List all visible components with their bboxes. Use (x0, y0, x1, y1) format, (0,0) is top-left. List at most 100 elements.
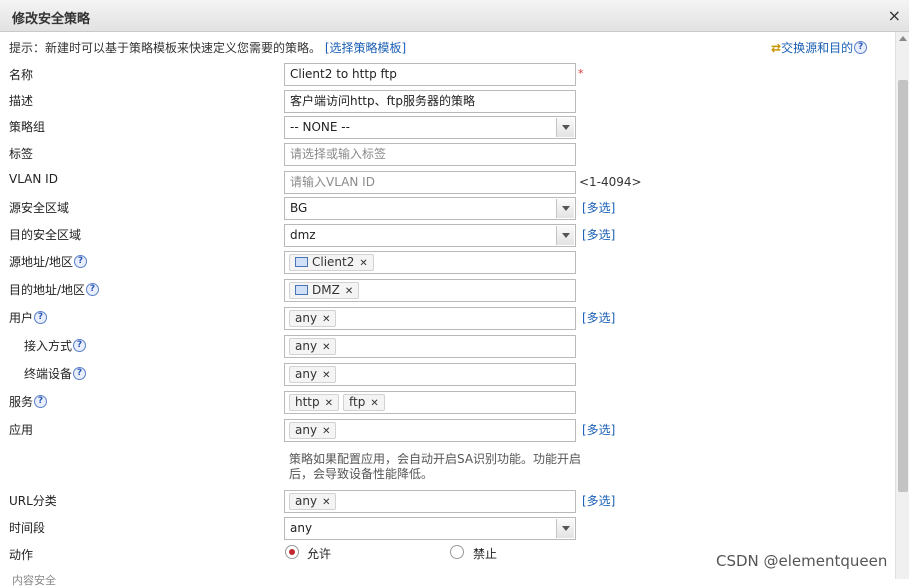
service-tag: ftp ✕ (343, 394, 385, 411)
access-method-tag: any ✕ (289, 338, 337, 355)
service-tag: http ✕ (289, 394, 340, 411)
remove-tag-icon[interactable]: ✕ (322, 342, 330, 353)
tag-placeholder: 请选择或输入标签 (290, 147, 387, 161)
url-category-field[interactable]: any ✕ (284, 490, 576, 513)
description-input[interactable]: 客户端访问http、ftp服务器的策略 (284, 90, 576, 113)
vertical-scrollbar[interactable] (895, 32, 909, 579)
application-tag-label: any (295, 423, 318, 437)
description-label: 描述 (9, 94, 34, 108)
tag-input[interactable]: 请选择或输入标签 (284, 143, 576, 166)
dst-addr-tag-label: DMZ (312, 283, 340, 297)
service-label: 服务? (9, 393, 48, 410)
service-tag-label: http (295, 395, 320, 409)
application-label: 应用 (9, 423, 34, 437)
application-field[interactable]: any ✕ (284, 419, 576, 442)
user-label-text: 用户 (9, 311, 34, 325)
application-note: 策略如果配置应用，会自动开启SA识别功能。功能开启后，会导致设备性能降低。 (289, 452, 582, 481)
hint-text: 提示：新建时可以基于策略模板来快速定义您需要的策略。 [选择策略模板] (9, 39, 406, 56)
help-icon[interactable]: ? (73, 367, 87, 380)
help-icon[interactable]: ? (86, 283, 100, 296)
access-method-field[interactable]: any ✕ (284, 335, 576, 358)
dst-zone-label: 目的安全区域 (9, 228, 82, 242)
user-label: 用户? (9, 309, 48, 326)
dialog-title: 修改安全策略 (12, 12, 91, 27)
access-method-tag-label: any (295, 339, 318, 353)
close-icon[interactable]: × (888, 6, 901, 25)
help-icon[interactable]: ? (74, 255, 88, 268)
access-method-label: 接入方式? (24, 337, 87, 354)
dst-zone-value: dmz (290, 228, 316, 242)
help-icon[interactable]: ? (854, 41, 868, 54)
vlan-range-hint: <1-4094> (579, 175, 642, 189)
name-input[interactable]: Client2 to http ftp (284, 63, 576, 86)
policy-group-select[interactable]: -- NONE -- (284, 116, 576, 139)
application-multi-select-link[interactable]: [多选] (582, 421, 615, 438)
terminal-label-text: 终端设备 (24, 367, 73, 381)
service-tag-label: ftp (349, 395, 366, 409)
terminal-label: 终端设备? (24, 365, 87, 382)
access-method-label-text: 接入方式 (24, 339, 73, 353)
required-mark: * (578, 67, 584, 80)
url-category-label: URL分类 (9, 494, 57, 508)
scroll-up-icon[interactable] (899, 36, 907, 41)
src-addr-label-text: 源地址/地区 (9, 255, 74, 269)
time-range-select[interactable]: any (284, 517, 576, 540)
remove-tag-icon[interactable]: ✕ (359, 258, 367, 269)
vlan-input[interactable]: 请输入VLAN ID (284, 171, 576, 194)
remove-tag-icon[interactable]: ✕ (322, 370, 330, 381)
terminal-tag-label: any (295, 367, 318, 381)
dst-zone-select[interactable]: dmz (284, 224, 576, 247)
src-zone-label: 源安全区域 (9, 201, 70, 215)
time-range-label: 时间段 (9, 521, 46, 535)
remove-tag-icon[interactable]: ✕ (322, 314, 330, 325)
description-input-value: 客户端访问http、ftp服务器的策略 (290, 94, 475, 108)
dst-zone-multi-select-link[interactable]: [多选] (582, 226, 615, 243)
chevron-down-icon[interactable] (556, 226, 574, 245)
dst-addr-tag: DMZ ✕ (289, 282, 360, 299)
url-category-multi-select-link[interactable]: [多选] (582, 492, 615, 509)
src-addr-tag: Client2 ✕ (289, 254, 374, 271)
user-tag: any ✕ (289, 310, 337, 327)
action-deny-label[interactable]: 禁止 (473, 545, 497, 562)
policy-group-value: -- NONE -- (290, 120, 350, 134)
user-field[interactable]: any ✕ (284, 307, 576, 330)
action-allow-label[interactable]: 允许 (307, 545, 331, 562)
action-deny-radio[interactable] (450, 545, 464, 559)
remove-tag-icon[interactable]: ✕ (325, 398, 333, 409)
remove-tag-icon[interactable]: ✕ (345, 286, 353, 297)
dst-addr-label: 目的地址/地区? (9, 281, 100, 298)
remove-tag-icon[interactable]: ✕ (322, 497, 330, 508)
src-zone-select[interactable]: BG (284, 197, 576, 220)
name-input-value: Client2 to http ftp (290, 67, 397, 81)
src-addr-field[interactable]: Client2 ✕ (284, 251, 576, 274)
scrollbar-thumb[interactable] (898, 80, 908, 492)
dst-addr-field[interactable]: DMZ ✕ (284, 279, 576, 302)
user-multi-select-link[interactable]: [多选] (582, 309, 615, 326)
help-icon[interactable]: ? (34, 395, 48, 408)
src-addr-tag-label: Client2 (312, 255, 355, 269)
computer-icon (295, 284, 308, 295)
chevron-down-icon[interactable] (556, 519, 574, 538)
swap-arrows-icon: ⇄ (771, 41, 782, 55)
swap-src-dst-button[interactable]: ⇄交换源和目的? (771, 39, 868, 56)
name-label: 名称 (9, 68, 34, 82)
application-tag: any ✕ (289, 422, 337, 439)
service-field[interactable]: http ✕ ftp ✕ (284, 391, 576, 414)
action-allow-radio[interactable] (285, 545, 299, 559)
chevron-down-icon[interactable] (556, 118, 574, 137)
computer-icon (295, 256, 308, 267)
remove-tag-icon[interactable]: ✕ (370, 398, 378, 409)
url-category-tag-label: any (295, 494, 318, 508)
hint-message: 提示：新建时可以基于策略模板来快速定义您需要的策略。 (9, 41, 322, 55)
terminal-field[interactable]: any ✕ (284, 363, 576, 386)
src-zone-multi-select-link[interactable]: [多选] (582, 199, 615, 216)
user-tag-label: any (295, 311, 318, 325)
select-template-link[interactable]: [选择策略模板] (325, 41, 406, 55)
time-range-value: any (290, 521, 313, 535)
terminal-tag: any ✕ (289, 366, 337, 383)
help-icon[interactable]: ? (73, 339, 87, 352)
help-icon[interactable]: ? (34, 311, 48, 324)
remove-tag-icon[interactable]: ✕ (322, 426, 330, 437)
service-label-text: 服务 (9, 395, 34, 409)
chevron-down-icon[interactable] (556, 199, 574, 218)
